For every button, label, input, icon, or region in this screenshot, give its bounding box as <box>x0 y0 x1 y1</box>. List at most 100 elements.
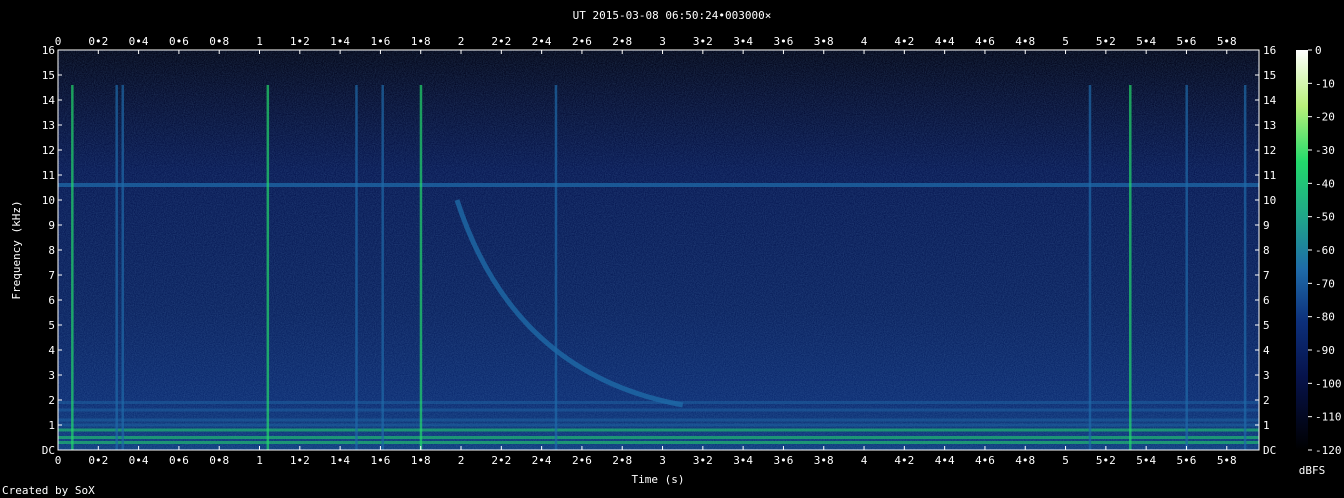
sferic-line <box>554 85 558 450</box>
x-tick-label-top: 0•2 <box>88 35 108 48</box>
x-tick-label-top: 2•2 <box>491 35 511 48</box>
x-tick-label-top: 1•4 <box>330 35 350 48</box>
sferic-line <box>71 85 74 450</box>
x-tick-label-bottom: 0•2 <box>88 454 108 467</box>
x-tick-label-top: 5 <box>1062 35 1069 48</box>
colorbar-tick-label: 0 <box>1315 44 1322 57</box>
x-tick-label-top: 3•4 <box>733 35 753 48</box>
x-tick-label-top: 0 <box>55 35 62 48</box>
x-tick-label-bottom: 1•6 <box>370 454 390 467</box>
x-tick-label-top: 0•8 <box>209 35 229 48</box>
y-tick-label-right: DC <box>1263 444 1276 457</box>
x-axis-label: Time (s) <box>632 473 685 486</box>
sferic-line <box>419 85 423 450</box>
y-axis-label: Frequency (kHz) <box>10 200 23 299</box>
x-tick-label-top: 2•4 <box>532 35 552 48</box>
sferic-line <box>115 85 118 450</box>
x-tick-label-bottom: 5 <box>1062 454 1069 467</box>
x-tick-label-top: 5•6 <box>1177 35 1197 48</box>
y-tick-label-right: 2 <box>1263 394 1270 407</box>
y-tick-label-left: 6 <box>48 294 55 307</box>
y-tick-label-left: 10 <box>42 194 55 207</box>
colorbar-tick-label: -50 <box>1315 211 1335 224</box>
x-tick-label-top: 4 <box>861 35 868 48</box>
x-tick-label-bottom: 2•4 <box>532 454 552 467</box>
low-frequency-band <box>58 423 1259 427</box>
x-tick-label-top: 2 <box>458 35 465 48</box>
x-tick-label-top: 4•4 <box>935 35 955 48</box>
x-tick-label-bottom: 3 <box>659 454 666 467</box>
colorbar-label: dBFS <box>1299 464 1326 477</box>
sferic-line <box>355 85 358 450</box>
spectrogram-noise <box>58 50 1259 450</box>
y-tick-label-right: 7 <box>1263 269 1270 282</box>
created-by-footer: Created by SoX <box>2 484 95 497</box>
x-tick-label-top: 3•6 <box>773 35 793 48</box>
x-tick-label-bottom: 4•8 <box>1015 454 1035 467</box>
x-tick-label-bottom: 2•6 <box>572 454 592 467</box>
chart-title: UT 2015-03-08 06:50:24•003000× <box>573 9 772 22</box>
x-tick-label-bottom: 4•4 <box>935 454 955 467</box>
x-tick-label-top: 0•6 <box>169 35 189 48</box>
colorbar-tick-label: -30 <box>1315 144 1335 157</box>
x-tick-label-bottom: 5•4 <box>1136 454 1156 467</box>
y-tick-label-right: 1 <box>1263 419 1270 432</box>
colorbar: 0 -10 -20 -30 -40 -50 -60 -70 -80 -90 -100 -110 -120… <box>1296 44 1342 477</box>
x-tick-label-top: 4•6 <box>975 35 995 48</box>
colorbar-tick-label: -70 <box>1315 277 1335 290</box>
y-tick-label-right: 6 <box>1263 294 1270 307</box>
colorbar-tick-label: -60 <box>1315 244 1335 257</box>
x-tick-label-top: 5•2 <box>1096 35 1116 48</box>
y-tick-label-right: 16 <box>1263 44 1276 57</box>
y-tick-label-left: DC <box>42 444 55 457</box>
x-tick-label-top: 4•8 <box>1015 35 1035 48</box>
y-tick-label-right: 10 <box>1263 194 1276 207</box>
x-tick-label-bottom: 5•8 <box>1217 454 1237 467</box>
colorbar-tick-label: -80 <box>1315 311 1335 324</box>
y-tick-label-right: 4 <box>1263 344 1270 357</box>
colorbar-tick-label: -10 <box>1315 77 1335 90</box>
x-tick-label-bottom: 3•6 <box>773 454 793 467</box>
sferic-line <box>266 85 270 450</box>
x-tick-label-top: 1 <box>256 35 263 48</box>
low-frequency-band <box>58 436 1259 439</box>
x-tick-label-bottom: 5•2 <box>1096 454 1116 467</box>
colorbar-gradient <box>1296 50 1308 450</box>
x-tick-label-bottom: 2 <box>458 454 465 467</box>
sferic-line <box>121 85 124 450</box>
y-tick-label-left: 3 <box>48 369 55 382</box>
y-tick-label-left: 8 <box>48 244 55 257</box>
x-tick-label-top: 3•8 <box>814 35 834 48</box>
x-tick-label-top: 2•8 <box>612 35 632 48</box>
x-tick-label-top: 2•6 <box>572 35 592 48</box>
y-tick-label-right: 9 <box>1263 219 1270 232</box>
x-tick-label-bottom: 1•4 <box>330 454 350 467</box>
x-tick-label-bottom: 1•8 <box>411 454 431 467</box>
x-tick-label-bottom: 0•8 <box>209 454 229 467</box>
colorbar-tick-label: -110 <box>1315 411 1342 424</box>
y-tick-label-right: 12 <box>1263 144 1276 157</box>
y-tick-label-left: 5 <box>48 319 55 332</box>
x-tick-label-bottom: 1 <box>256 454 263 467</box>
x-tick-label-bottom: 0 <box>55 454 62 467</box>
colorbar-tick-label: -40 <box>1315 177 1335 190</box>
sferic-line <box>1243 85 1247 450</box>
y-tick-label-left: 9 <box>48 219 55 232</box>
x-tick-label-bottom: 4•6 <box>975 454 995 467</box>
y-tick-label-left: 2 <box>48 394 55 407</box>
y-tick-label-left: 14 <box>42 94 56 107</box>
x-tick-label-bottom: 3•2 <box>693 454 713 467</box>
low-frequency-band <box>58 408 1259 412</box>
y-tick-label-right: 13 <box>1263 119 1276 132</box>
x-tick-label-bottom: 3•4 <box>733 454 753 467</box>
x-tick-label-bottom: 4•2 <box>894 454 914 467</box>
y-tick-label-right: 11 <box>1263 169 1276 182</box>
y-tick-label-right: 15 <box>1263 69 1276 82</box>
y-tick-label-right: 8 <box>1263 244 1270 257</box>
x-tick-label-bottom: 2•2 <box>491 454 511 467</box>
sferic-line <box>1088 85 1092 450</box>
x-tick-label-top: 0•4 <box>129 35 149 48</box>
x-tick-label-bottom: 3•8 <box>814 454 834 467</box>
sferic-line <box>381 85 384 450</box>
colorbar-tick-label: -120 <box>1315 444 1342 457</box>
